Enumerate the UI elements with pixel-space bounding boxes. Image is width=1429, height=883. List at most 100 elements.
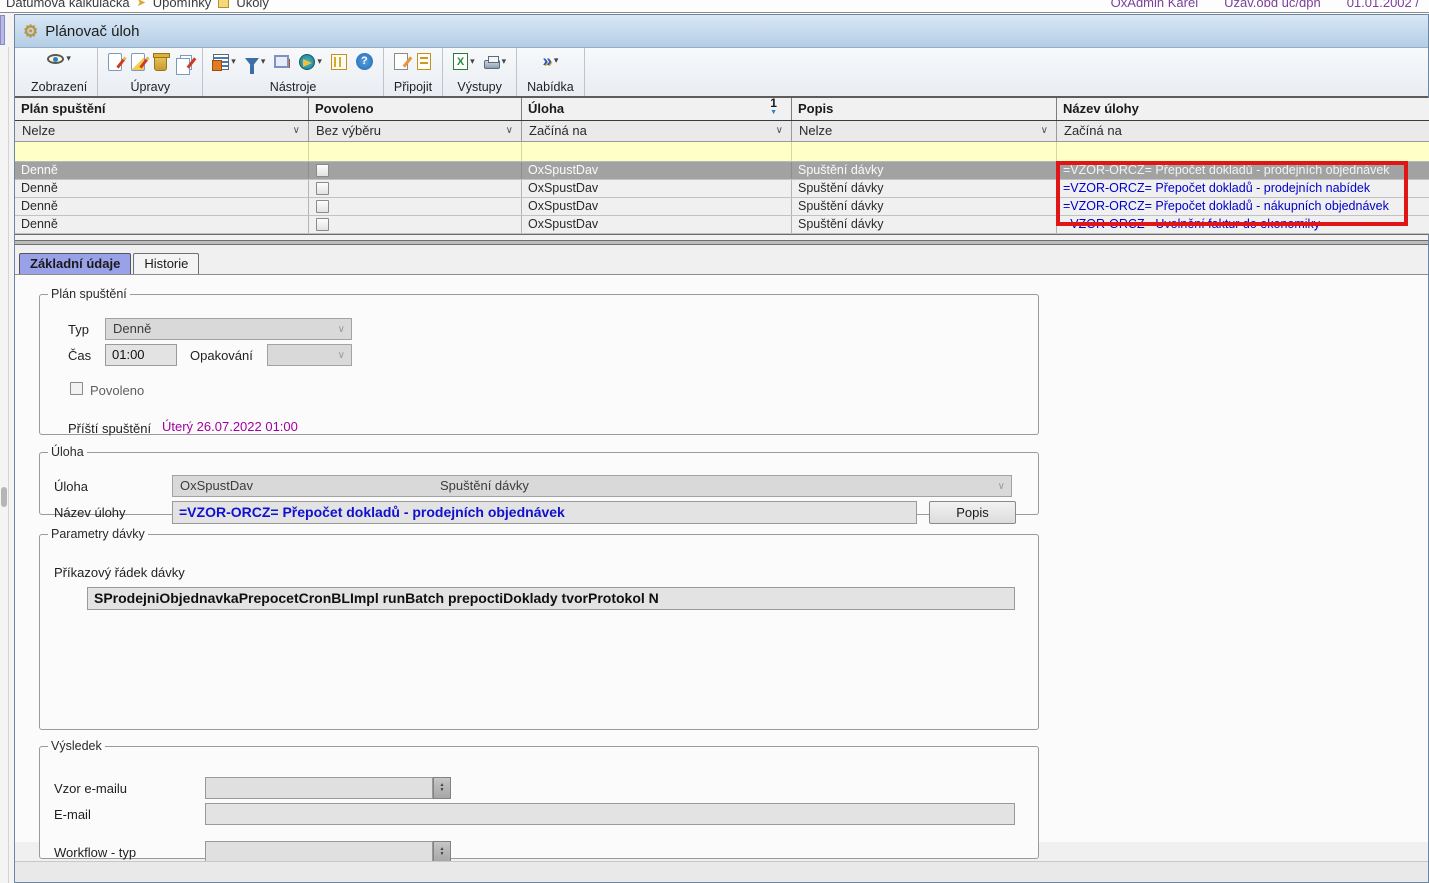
table-row[interactable]: Denně OxSpustDav Spuštění dávky =VZOR-OR… — [15, 162, 1429, 180]
parametry-davky-section: Parametry dávky Příkazový řádek dávky SP… — [39, 527, 1039, 730]
povoleno-form-checkbox[interactable] — [70, 382, 83, 395]
email-input[interactable] — [205, 803, 1015, 825]
new-record-button[interactable] — [108, 53, 122, 71]
filter-select[interactable]: Začíná na — [1057, 121, 1429, 141]
tab-bar: Základní údaje Historie — [15, 252, 1428, 274]
cas-label: Čas — [68, 348, 91, 363]
delete-record-button[interactable] — [154, 53, 167, 71]
column-header[interactable]: Plán spuštění — [15, 98, 309, 120]
merge-icon — [279, 59, 290, 68]
copy-record-icon — [180, 55, 192, 70]
toolbar-group-zobrazeni: ▾ Zobrazení — [21, 48, 98, 96]
chevron-down-icon: ▾ — [261, 56, 266, 67]
toolbar-group-label: Úpravy — [108, 78, 192, 94]
breadcrumb: Datumová kalkulačka ➤ Upomínky Úkoly — [6, 0, 269, 10]
excel-export-icon: X — [453, 53, 468, 70]
povoleno-checkbox[interactable] — [316, 182, 329, 195]
period-value: 01.01.2002 / — [1347, 0, 1419, 10]
toolbar-group-nastroje: ▾ ▾ ▾ ? Nástroje — [203, 48, 384, 96]
splitter-grip[interactable] — [1, 487, 7, 507]
tab-zakladni-udaje[interactable]: Základní údaje — [19, 253, 131, 274]
chevron-down-icon: ▾ — [470, 56, 475, 67]
workflow-typ-input[interactable] — [205, 841, 433, 863]
filter-select[interactable]: Nelze∨ — [15, 121, 309, 141]
popis-button[interactable]: Popis — [929, 501, 1016, 524]
povoleno-checkbox[interactable] — [316, 200, 329, 213]
workflow-typ-lookup-button[interactable]: ▲▼ — [433, 841, 451, 863]
collapsed-panel-tab[interactable] — [0, 15, 5, 45]
filter-button[interactable]: ▾ — [245, 56, 266, 67]
toolbar-group-label: Nabídka — [527, 78, 574, 94]
chevron-down-icon: ∨ — [293, 121, 300, 141]
merge-button[interactable] — [274, 55, 290, 68]
filter-input[interactable] — [1057, 142, 1429, 161]
prikazovy-radek-label: Příkazový řádek dávky — [54, 565, 185, 580]
uloha-dropdown[interactable]: OxSpustDav Spuštění dávky ∨ — [172, 475, 1012, 497]
chevron-down-icon: ∨ — [1041, 121, 1048, 141]
sort-button[interactable]: ▾ — [213, 54, 236, 70]
spinner-down-icon: ▼ — [440, 852, 445, 857]
column-header[interactable]: Název úlohy — [1057, 98, 1429, 120]
vzor-emailu-input[interactable] — [205, 777, 433, 799]
uloha-section: Úloha Úloha OxSpustDav Spuštění dávky ∨ … — [39, 445, 1039, 515]
delete-record-icon — [154, 55, 167, 71]
eye-view-button[interactable]: ▾ — [47, 53, 71, 64]
edit-record-button[interactable] — [131, 53, 145, 71]
user-name: OxAdmin Karel — [1111, 0, 1198, 10]
toolbar-group-vystupy: X ▾ ▾ Výstupy — [443, 48, 517, 96]
print-button[interactable]: ▾ — [484, 54, 507, 69]
povoleno-checkbox[interactable] — [316, 218, 329, 231]
copy-record-button[interactable] — [176, 55, 192, 70]
column-header[interactable]: Povoleno — [309, 98, 522, 120]
filter-select[interactable]: Začíná na∨ — [522, 121, 792, 141]
column-header[interactable]: Popis — [792, 98, 1057, 120]
tab-content: Plán spuštění Typ Denně ∨ Čas 01:00 Opak… — [15, 275, 1428, 842]
section-legend: Parametry dávky — [48, 527, 148, 541]
filter-input[interactable] — [15, 142, 309, 161]
chevron-down-icon: ∨ — [338, 346, 345, 366]
filter-row: Nelze∨ Bez výběru∨ Začíná na∨ Nelze∨ Zač… — [15, 121, 1429, 142]
gear-icon: ⚙ — [23, 23, 38, 40]
period-label: Uzáv.obd úč/dph — [1224, 0, 1321, 10]
table-row[interactable]: Denně OxSpustDav Spuštění dávky =VZOR-OR… — [15, 180, 1429, 198]
nazev-ulohy-input[interactable]: =VZOR-ORCZ= Přepočet dokladů - prodejníc… — [172, 501, 917, 524]
povoleno-checkbox[interactable] — [316, 164, 329, 177]
filter-select[interactable]: Bez výběru∨ — [309, 121, 522, 141]
nazev-ulohy-label: Název úlohy — [54, 505, 126, 520]
filter-input[interactable] — [792, 142, 1057, 161]
email-label: E-mail — [54, 807, 91, 822]
tab-historie[interactable]: Historie — [133, 253, 199, 274]
opakovani-dropdown[interactable]: ∨ — [267, 344, 352, 366]
vzor-emailu-lookup-button[interactable]: ▲▼ — [433, 777, 451, 799]
gutter-divider — [8, 47, 9, 883]
toolbar-group-label: Nástroje — [213, 78, 373, 94]
column-header[interactable]: Úloha 1 ▼ — [522, 98, 792, 120]
table-row[interactable]: Denně OxSpustDav Spuštění dávky =VZOR-OR… — [15, 216, 1429, 234]
filter-select[interactable]: Nelze∨ — [792, 121, 1057, 141]
sort-arrow-icon: ▼ — [770, 108, 777, 118]
breadcrumb-item[interactable]: Úkoly — [236, 0, 269, 10]
excel-export-button[interactable]: X ▾ — [453, 53, 475, 70]
breadcrumb-item[interactable]: Upomínky — [153, 0, 212, 10]
prikazovy-radek-input[interactable]: SProdejniObjednavkaPrepocetCronBLImpl ru… — [87, 587, 1015, 610]
user-info: OxAdmin Karel Uzáv.obd úč/dph 01.01.2002… — [1111, 0, 1419, 10]
settings-button[interactable] — [331, 54, 347, 70]
vysledek-section: Výsledek Vzor e-mailu ▲▼ E-mail Workflow… — [39, 739, 1039, 859]
toolbar-group-label: Výstupy — [453, 78, 506, 94]
menu-arrows-button[interactable]: » ▾ — [542, 53, 558, 68]
gap — [15, 245, 1428, 252]
chevron-down-icon: ▾ — [317, 56, 322, 67]
filter-input[interactable] — [522, 142, 792, 161]
uloha-description: Spuštění dávky — [440, 476, 529, 496]
help-button[interactable]: ? — [356, 53, 373, 70]
breadcrumb-item[interactable]: Datumová kalkulačka — [6, 0, 130, 10]
filter-input[interactable] — [309, 142, 522, 161]
table-row[interactable]: Denně OxSpustDav Spuštění dávky =VZOR-OR… — [15, 198, 1429, 216]
attach-list-button[interactable] — [417, 53, 431, 70]
cas-input[interactable]: 01:00 — [105, 344, 177, 366]
filter-input-row — [15, 142, 1429, 162]
scheduler-clock-button[interactable]: ▾ — [299, 54, 322, 70]
typ-dropdown[interactable]: Denně ∨ — [105, 318, 352, 340]
settings-sliders-icon — [331, 54, 347, 70]
attach-note-button[interactable] — [394, 53, 408, 70]
